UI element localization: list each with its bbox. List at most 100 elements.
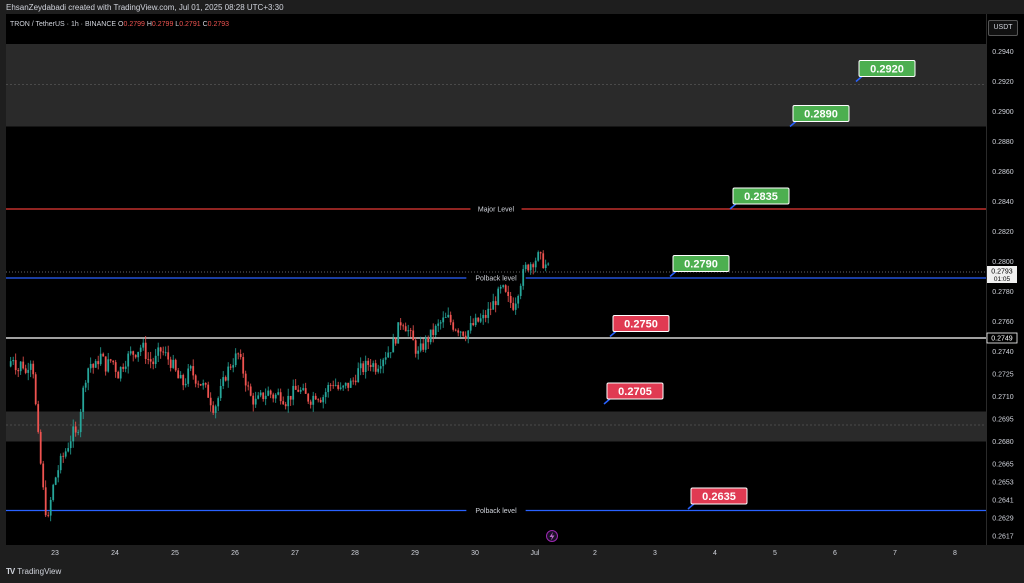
candle-body-64	[169, 359, 172, 368]
candle-body-3	[17, 370, 20, 372]
candle-body-88	[229, 366, 232, 368]
candle-body-69	[182, 374, 185, 386]
candle-body-57	[152, 361, 155, 365]
tradingview-brand[interactable]: TV TradingView	[6, 567, 61, 576]
close-value: 0.2793	[207, 21, 230, 28]
level-label-1: Polback level	[475, 276, 517, 283]
candle-body-205	[522, 269, 525, 286]
x-tick-9: 2	[593, 550, 597, 557]
candle-body-0	[9, 361, 12, 367]
level-label-0: Major Level	[478, 207, 515, 214]
candle-body-146	[374, 363, 377, 372]
footer-bar	[0, 561, 1024, 583]
candle-body-127	[327, 384, 330, 393]
x-tick-6: 29	[411, 550, 419, 557]
marked-price-label: 0.2749	[991, 336, 1013, 343]
candle-body-76	[199, 384, 202, 386]
symbol-name: TRON / TetherUS · 1h · BINANCE	[10, 21, 117, 28]
y-tick-4: 0.2860	[992, 169, 1014, 176]
candle-body-38	[104, 356, 107, 372]
candle-body-203	[517, 295, 520, 304]
candle-body-10	[34, 374, 37, 405]
candle-body-15	[47, 515, 50, 517]
candle-body-193	[492, 301, 495, 310]
candle-body-145	[372, 363, 375, 367]
candle-body-182	[464, 335, 467, 339]
open-value: 0.2799	[123, 21, 145, 28]
candle-body-11	[37, 404, 40, 432]
candle-body-45	[122, 366, 125, 369]
candle-body-179	[457, 330, 460, 333]
candle-body-34	[94, 361, 97, 368]
candle-body-2	[14, 360, 17, 371]
candle-body-162	[414, 340, 417, 354]
candle-body-169	[432, 329, 435, 336]
candle-body-96	[249, 386, 252, 396]
candle-body-184	[469, 323, 472, 331]
candle-body-153	[392, 338, 395, 353]
candle-body-30	[84, 382, 87, 388]
candle-body-41	[112, 360, 115, 363]
candle-body-42	[114, 362, 117, 372]
candle-body-13	[42, 463, 45, 488]
candle-body-47	[127, 353, 130, 367]
candle-body-210	[534, 260, 537, 268]
candle-body-14	[44, 487, 47, 516]
candles-layer	[9, 250, 550, 522]
candle-body-101	[262, 392, 265, 400]
candle-body-148	[379, 366, 382, 369]
candle-body-49	[132, 351, 135, 355]
candle-body-107	[277, 392, 280, 395]
target-value-3: 0.2790	[684, 259, 718, 271]
countdown-label: 01:05	[994, 276, 1011, 283]
candle-body-6	[24, 368, 27, 373]
candle-body-110	[284, 404, 287, 407]
candle-body-114	[294, 385, 297, 390]
currency-button[interactable]: USDT	[988, 20, 1018, 36]
x-tick-13: 6	[833, 550, 837, 557]
candle-body-95	[247, 385, 250, 387]
y-tick-6: 0.2820	[992, 229, 1014, 236]
candle-body-82	[214, 406, 217, 413]
candle-body-72	[189, 366, 192, 369]
y-tick-14: 0.2680	[992, 439, 1014, 446]
candle-body-43	[117, 371, 120, 379]
candle-body-102	[264, 395, 267, 400]
candle-body-194	[494, 301, 497, 305]
candle-body-22	[64, 451, 67, 457]
candle-body-181	[462, 331, 465, 336]
candle-body-125	[322, 397, 325, 403]
candle-body-78	[204, 383, 207, 385]
y-axis-labels: 0.2940 0.2920 0.2900 0.2880 0.2860 0.2840 0.28…	[986, 49, 1018, 541]
level-label-3: Polback level	[475, 508, 517, 515]
x-tick-2: 25	[171, 550, 179, 557]
candle-body-149	[382, 359, 385, 367]
candle-body-74	[194, 375, 197, 384]
y-tick-3: 0.2880	[992, 139, 1014, 146]
candle-body-167	[427, 337, 430, 343]
candle-body-60	[159, 347, 162, 352]
candle-body-132	[339, 387, 342, 389]
candle-body-48	[129, 351, 132, 354]
candle-body-7	[27, 369, 30, 373]
candle-body-70	[184, 383, 187, 386]
candle-body-1	[12, 360, 15, 362]
y-tick-9: 0.2760	[992, 319, 1014, 326]
candle-body-147	[377, 368, 380, 372]
target-value-2: 0.2835	[744, 191, 778, 203]
candle-body-98	[254, 398, 257, 405]
candle-body-31	[87, 368, 90, 383]
candle-body-154	[394, 338, 397, 344]
candle-body-165	[422, 343, 425, 350]
candle-body-20	[59, 455, 62, 471]
candle-body-56	[149, 359, 152, 362]
target-value-5: 0.2705	[618, 386, 652, 398]
y-tick-1: 0.2920	[992, 79, 1014, 86]
y-tick-2: 0.2900	[992, 109, 1014, 116]
candle-body-201	[512, 302, 515, 310]
candle-body-84	[219, 386, 222, 399]
candle-body-65	[172, 359, 175, 368]
x-tick-8: Jul	[531, 550, 540, 557]
candle-body-27	[77, 432, 80, 433]
candle-body-176	[449, 314, 452, 323]
